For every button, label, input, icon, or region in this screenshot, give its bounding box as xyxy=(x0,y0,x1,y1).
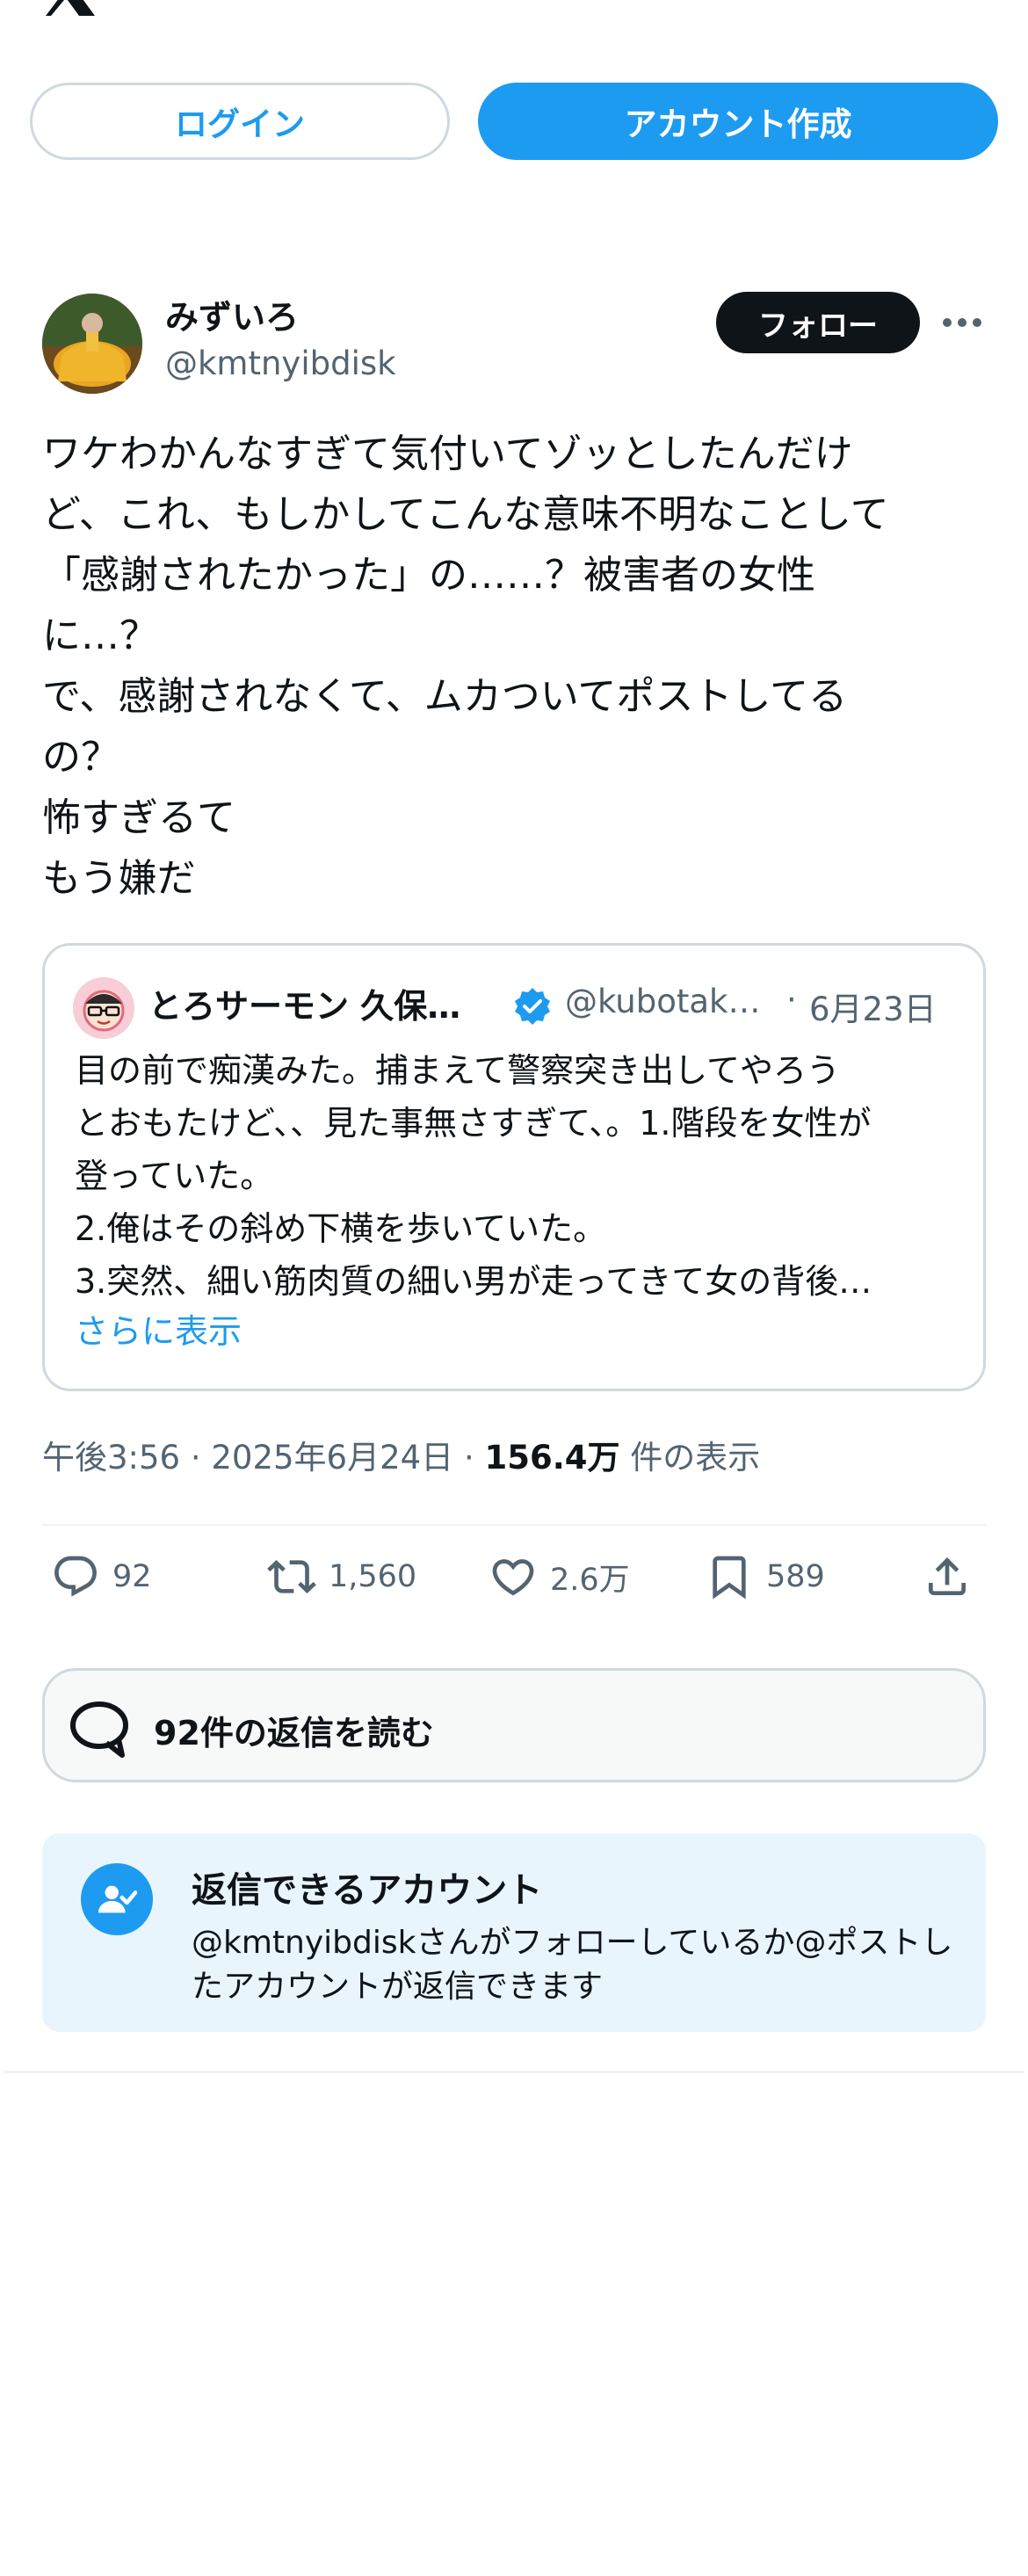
divider xyxy=(42,1524,986,1526)
separator-dot: · xyxy=(786,981,797,1019)
more-horizontal-icon[interactable] xyxy=(940,309,984,336)
retweet-count: 1,560 xyxy=(329,1559,417,1594)
tweet-date[interactable]: 2025年6月24日 xyxy=(211,1439,453,1477)
tweet-action-bar: 92 1,560 2.6万 589 xyxy=(42,1552,986,1614)
view-count: 156.4万 xyxy=(484,1439,620,1477)
author-name[interactable]: みずいろ xyxy=(165,290,299,338)
like-count: 2.6万 xyxy=(550,1562,630,1598)
read-replies-button[interactable]: 92件の返信を読む xyxy=(42,1668,986,1782)
create-account-button[interactable]: アカウント作成 xyxy=(478,83,998,160)
reply-policy-description: @kmtnyibdiskさんがフォローしているか@ポストしたアカウントが返信でき… xyxy=(192,1925,953,2005)
meta-separator: · xyxy=(180,1439,212,1477)
meta-separator: · xyxy=(453,1439,485,1477)
share-button[interactable] xyxy=(923,1552,972,1601)
quoted-tweet-card[interactable]: とろサーモン 久保… @kubotak… · 6月23日 目の前で痴漢みた。捕ま… xyxy=(42,943,986,1391)
reply-policy-icon-badge xyxy=(81,1863,153,1935)
reply-policy-title: 返信できるアカウント xyxy=(192,1870,543,1911)
view-count-label: 件の表示 xyxy=(619,1439,761,1477)
reply-icon xyxy=(54,1556,97,1597)
login-button[interactable]: ログイン xyxy=(30,83,450,160)
user-check-icon xyxy=(98,1885,137,1913)
reply-count: 92 xyxy=(112,1559,152,1594)
author-avatar[interactable] xyxy=(42,294,142,394)
auth-buttons: ログイン アカウント作成 xyxy=(30,83,998,163)
retweet-button[interactable]: 1,560 xyxy=(267,1552,416,1601)
quoted-tweet-text: 目の前で痴漢みた。捕まえて警察突き出してやろう とおもたけど、、見た事無さすぎて… xyxy=(75,1051,872,1301)
share-icon xyxy=(929,1557,966,1595)
tweet-meta: 午後3:56 · 2025年6月24日 · 156.4万 件の表示 xyxy=(42,1431,760,1478)
retweet-icon xyxy=(267,1560,316,1593)
bookmark-button[interactable]: 589 xyxy=(705,1552,825,1601)
show-more-link[interactable]: さらに表示 xyxy=(75,1304,242,1353)
reply-policy-notice: 返信できるアカウント @kmtnyibdiskさんがフォローしているか@ポストし… xyxy=(42,1833,986,2032)
quoted-author-name: とろサーモン 久保… xyxy=(148,987,461,1026)
like-button[interactable]: 2.6万 xyxy=(489,1552,630,1601)
divider xyxy=(4,2071,1024,2073)
chat-bubble-icon xyxy=(70,1702,128,1758)
quoted-tweet-date: 6月23日 xyxy=(809,990,937,1028)
reply-button[interactable]: 92 xyxy=(51,1552,152,1601)
tweet-page: ログイン アカウント作成 みずいろ @kmtnyibdisk フォロー ワケわか… xyxy=(0,0,1028,2576)
tweet-time[interactable]: 午後3:56 xyxy=(42,1439,180,1477)
heart-icon xyxy=(492,1559,534,1596)
quoted-author-avatar xyxy=(73,977,134,1039)
quoted-author-handle: @kubotak… xyxy=(565,983,761,1020)
x-logo-icon[interactable] xyxy=(42,0,98,16)
tweet-text: ワケわかんなすぎて気付いてゾッとしたんだけ ど、これ、もしかしてこんな意味不明な… xyxy=(42,432,889,901)
bookmark-icon xyxy=(713,1556,746,1600)
verified-badge-icon xyxy=(515,988,550,1025)
follow-button[interactable]: フォロー xyxy=(716,292,920,353)
author-handle[interactable]: @kmtnyibdisk xyxy=(165,345,396,382)
bookmark-count: 589 xyxy=(766,1559,825,1594)
read-replies-label: 92件の返信を読む xyxy=(154,1714,434,1752)
quoted-avatar-image xyxy=(73,977,134,1039)
avatar-image xyxy=(42,294,142,394)
